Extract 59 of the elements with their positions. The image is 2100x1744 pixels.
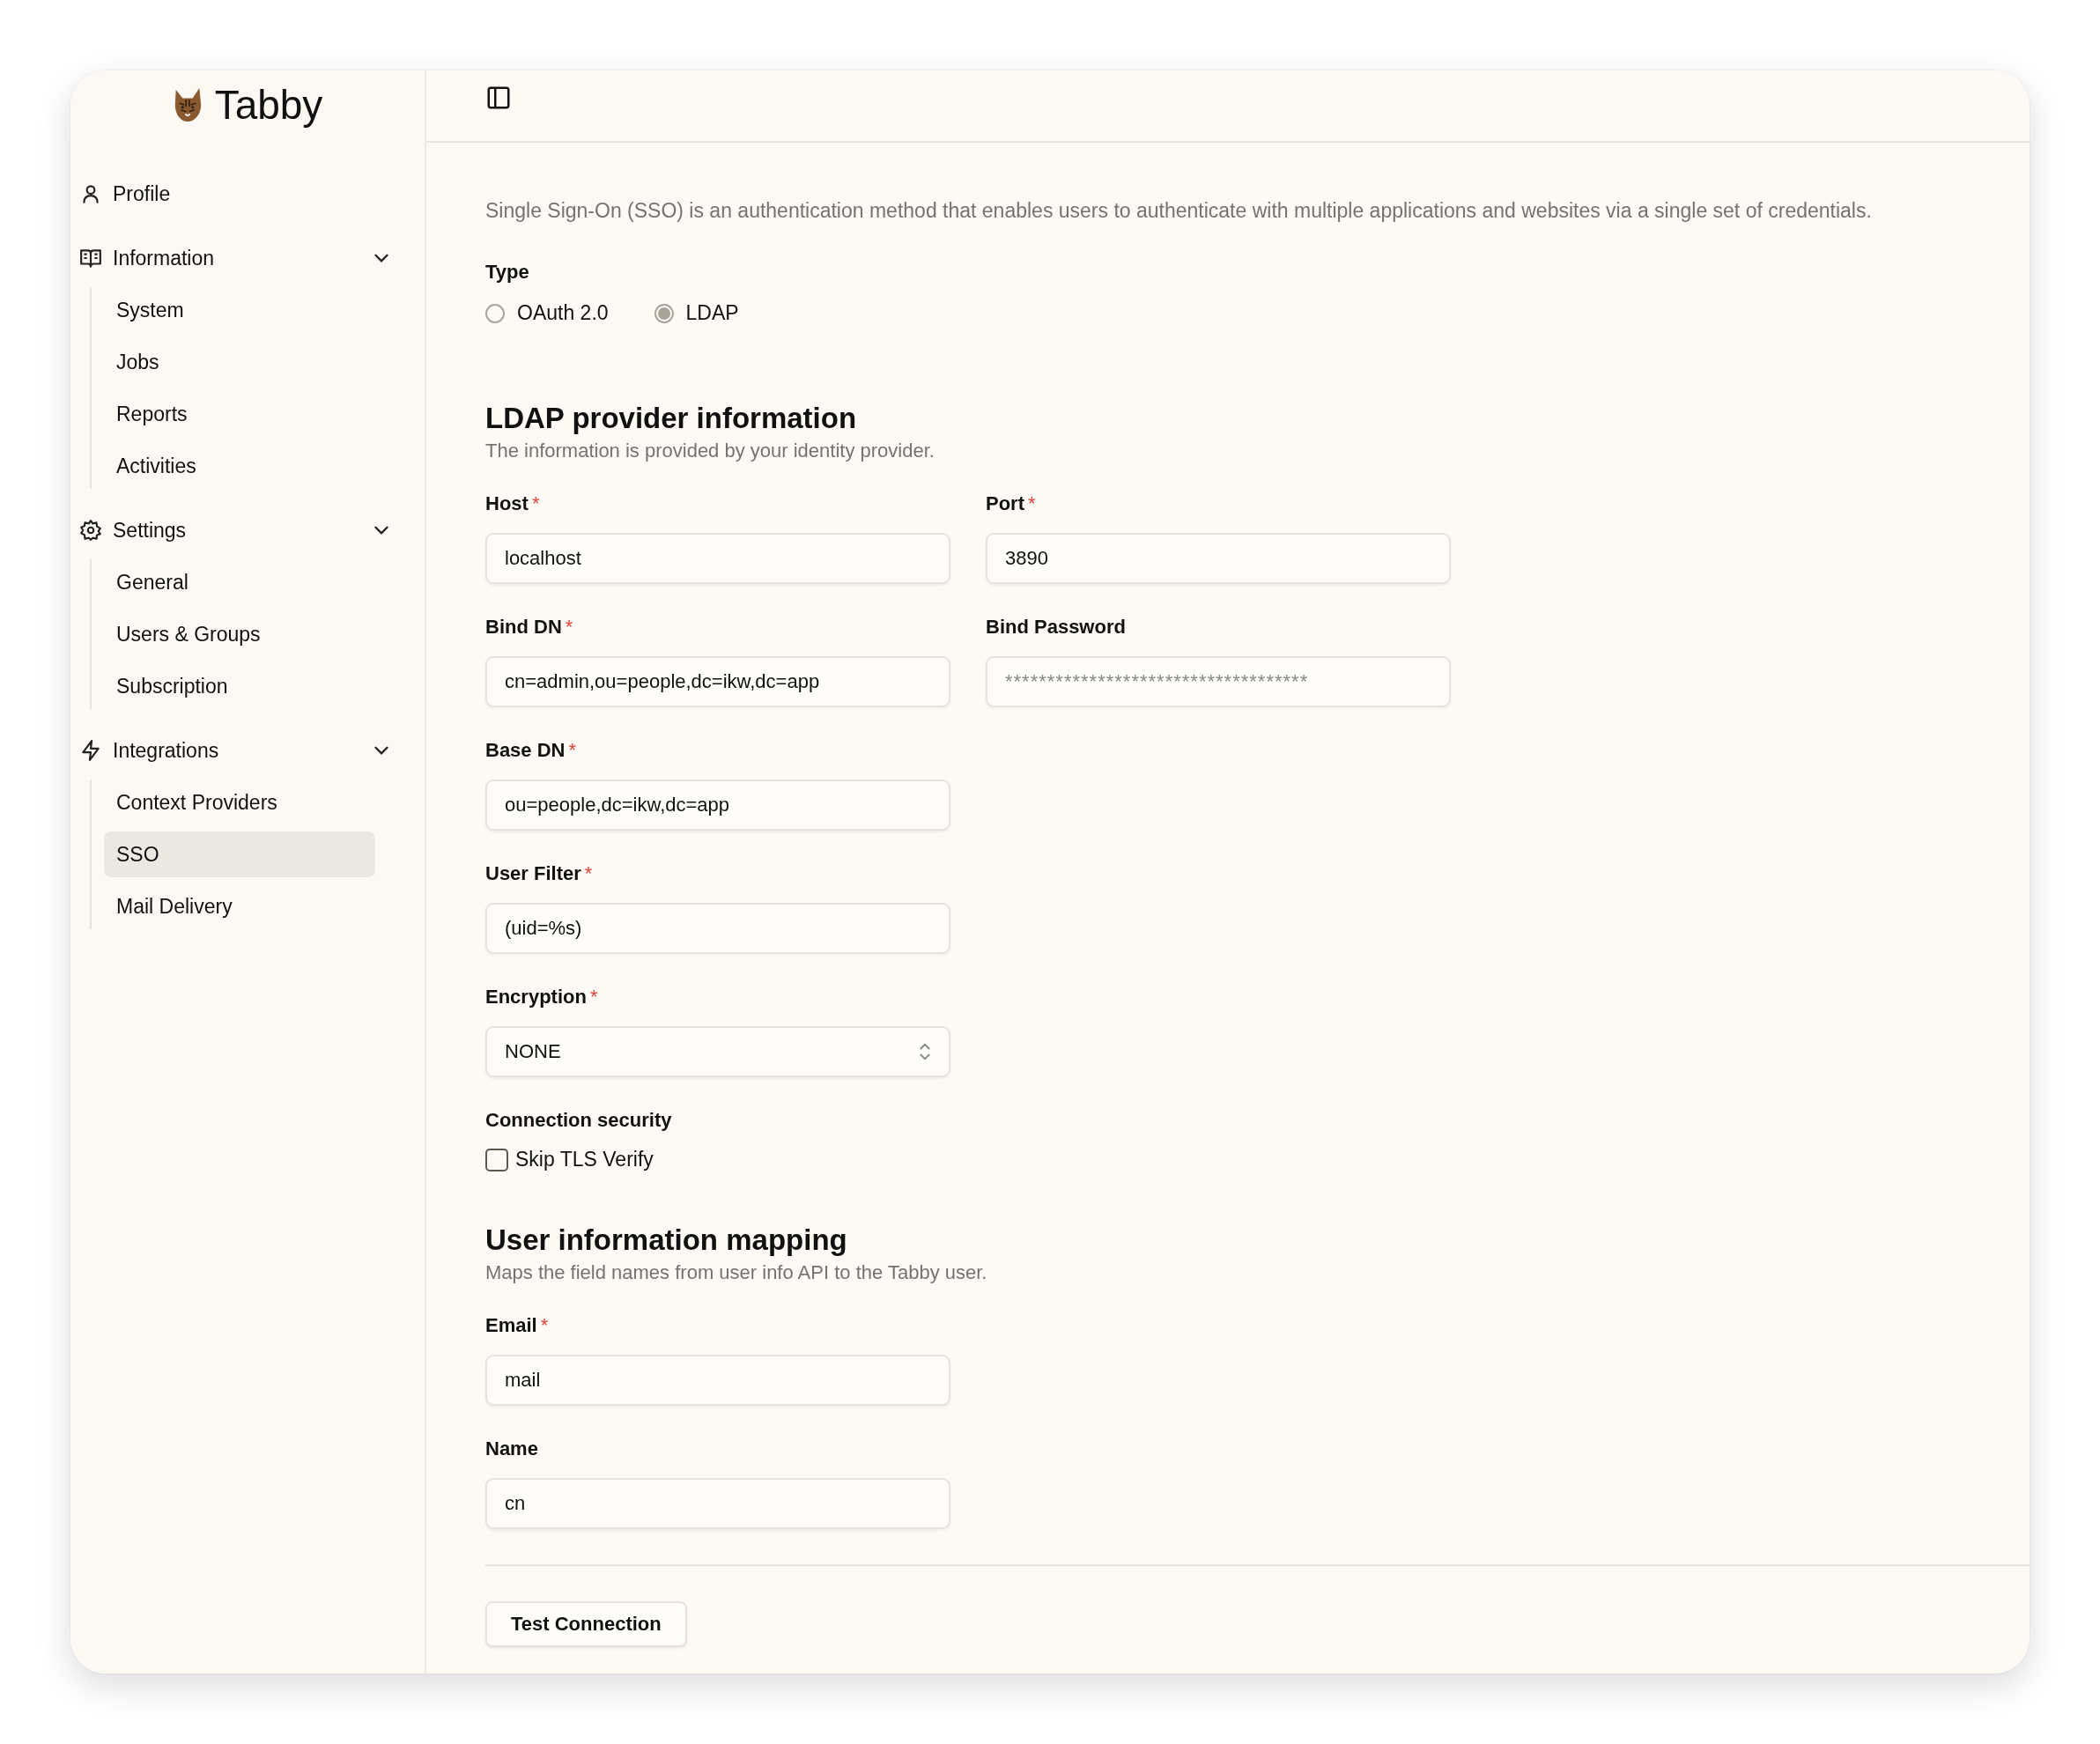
checkbox[interactable] [485,1148,508,1171]
nav-subitem[interactable]: System [104,287,375,333]
input-field[interactable]: (uid=%s) [485,903,950,954]
radio-button[interactable] [485,303,505,323]
up-down-chevron-icon [919,1041,931,1062]
description-text: Single Sign-On (SSO) is an authentication method that enables users to authenticate with multiple applications and websites via a single set of credentials. [485,198,1873,224]
nav-subitem[interactable]: Mail Delivery [104,883,375,929]
radio-label[interactable]: OAuth 2.0 [517,301,609,325]
section-title: LDAP provider information [485,401,858,436]
field-label: Bind DN [485,615,562,639]
field-label: Name [485,1437,538,1461]
section-subtitle: Maps the field names from user info API to the Tabby user. [485,1260,988,1285]
select-field[interactable]: NONE [485,1026,950,1077]
book-icon [79,247,102,270]
nav-subitem[interactable]: SSO [104,831,375,877]
password-field[interactable]: ************************************ [986,656,1451,707]
nav-item[interactable]: Information [78,235,416,281]
test-connection-button[interactable]: Test Connection [485,1601,687,1647]
input-field[interactable]: ou=people,dc=ikw,dc=app [485,780,950,831]
field-label: Connection security [485,1108,672,1133]
nav-item[interactable]: Profile [78,171,416,217]
input-field[interactable]: mail [485,1355,950,1406]
required-mark: * [540,1313,549,1338]
section-title: User information mapping [485,1223,848,1258]
required-mark: * [584,861,593,886]
nav-subitem[interactable]: Context Providers [104,780,375,825]
lightning-icon [79,739,102,762]
field-label: Bind Password [986,615,1126,639]
section-subtitle: The information is provided by your identity provider. [485,439,935,463]
radio-label[interactable]: LDAP [685,301,739,325]
required-mark: * [589,985,598,1009]
checkbox-label[interactable]: Skip TLS Verify [515,1148,654,1171]
field-label: Base DN [485,738,566,763]
required-mark: * [568,738,577,763]
nav-subitem[interactable]: General [104,559,375,605]
nav-subitem[interactable]: Reports [104,391,375,437]
field-label: User Filter [485,861,581,886]
input-field[interactable]: cn=admin,ou=people,dc=ikw,dc=app [485,656,950,707]
settings-icon [79,519,102,542]
sidebar-toggle-icon[interactable] [485,85,512,111]
nav-subitem[interactable]: Subscription [104,663,375,709]
nav-subitem[interactable]: Activities [104,443,375,489]
radio-button[interactable] [654,303,674,323]
input-field[interactable]: localhost [485,533,950,584]
nav-item[interactable]: Settings [78,507,416,553]
input-field[interactable]: 3890 [986,533,1451,584]
required-mark: * [531,491,540,516]
required-mark: * [1028,491,1036,516]
field-label: Encryption [485,985,587,1009]
field-label: Host [485,491,529,516]
field-label: Type [485,260,530,285]
nav-subitem[interactable]: Jobs [104,339,375,385]
nav-subitem[interactable]: Users & Groups [104,611,375,657]
input-field[interactable]: cn [485,1478,950,1529]
required-mark: * [565,615,573,639]
nav-item[interactable]: Integrations [78,728,416,773]
field-label: Port [986,491,1024,516]
field-label: Email [485,1313,537,1338]
app-name: Tabby [214,81,323,129]
